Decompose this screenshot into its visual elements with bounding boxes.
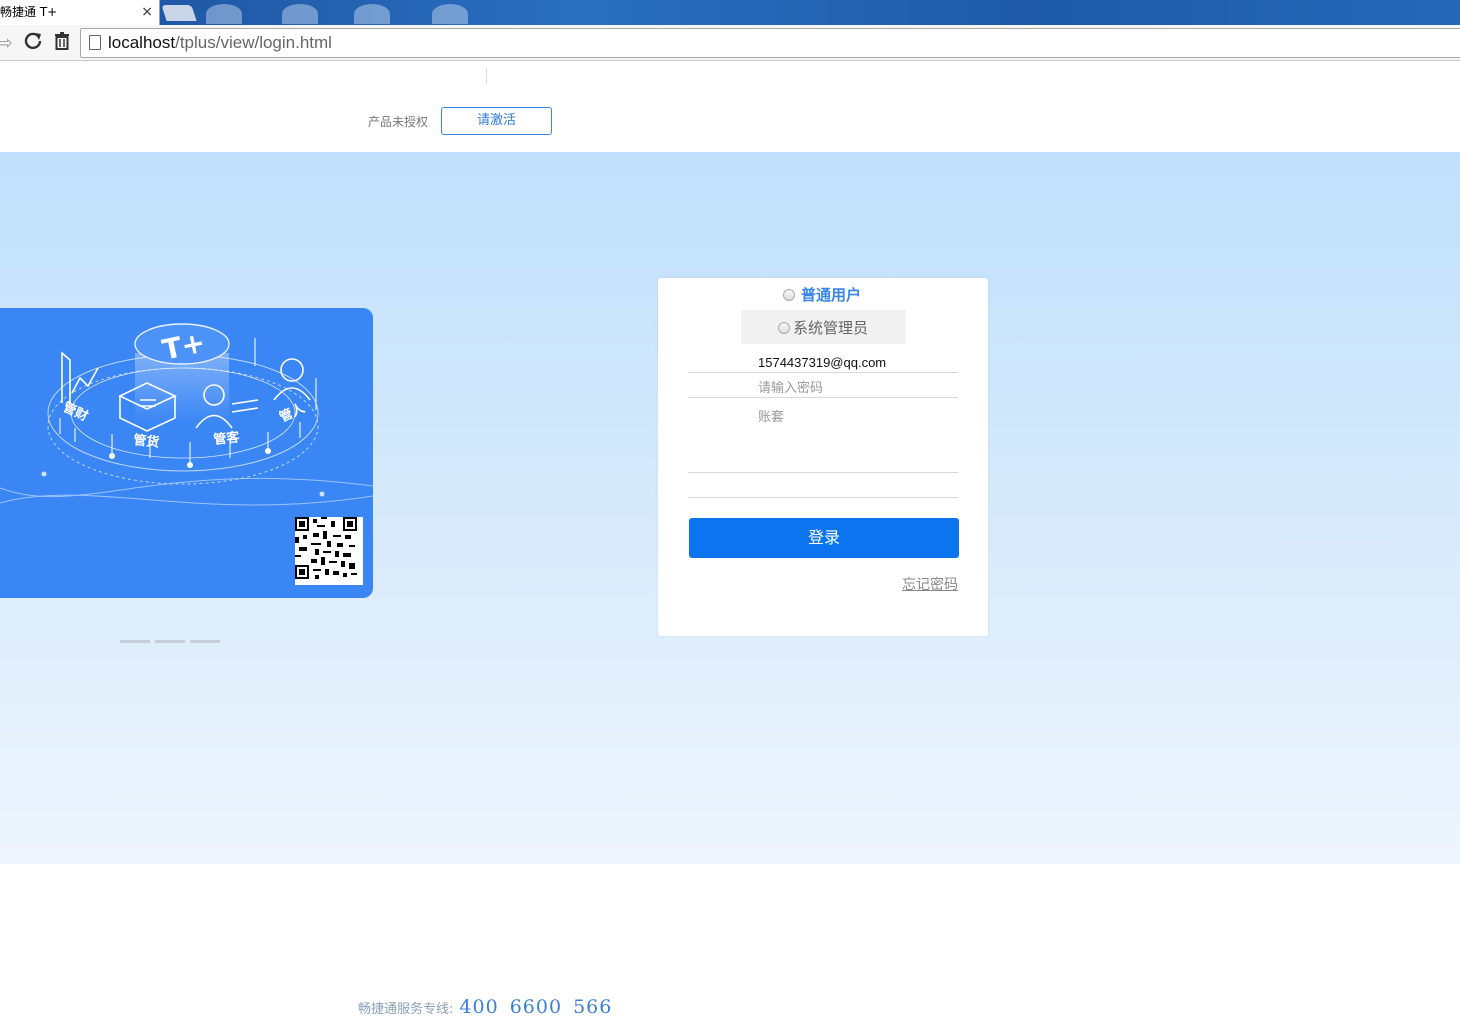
promo-banner[interactable]: T+ 管财 管货 管客 管人 bbox=[0, 308, 373, 598]
tab-title: 畅捷通 T+ bbox=[0, 5, 58, 19]
role-option-normal-user[interactable]: 普通用户 bbox=[783, 284, 861, 305]
role-label: 普通用户 bbox=[801, 286, 862, 304]
browser-tab-strip: 畅捷通 T+ × bbox=[0, 0, 1460, 25]
account-book-field[interactable] bbox=[688, 398, 958, 473]
trash-icon[interactable] bbox=[51, 32, 73, 54]
banner-label-customer: 管客 bbox=[213, 429, 242, 448]
role-option-system-admin[interactable]: 系统管理员 bbox=[778, 317, 868, 338]
account-input[interactable] bbox=[688, 355, 958, 370]
service-hotline: 畅捷通服务专线: 400 6600 566 bbox=[358, 996, 612, 1018]
reload-icon[interactable] bbox=[22, 32, 44, 54]
background-app-icon bbox=[282, 4, 318, 24]
page-icon bbox=[89, 35, 101, 50]
activate-button[interactable]: 请激活 bbox=[441, 107, 552, 135]
unauthorized-notice: 产品未授权 bbox=[368, 115, 429, 129]
qr-code bbox=[295, 517, 363, 585]
banner-label-goods: 管货 bbox=[133, 432, 161, 451]
login-button[interactable]: 登录 bbox=[689, 518, 959, 558]
tab-close-icon[interactable]: × bbox=[141, 0, 153, 25]
url-text[interactable]: localhost/tplus/view/login.html bbox=[108, 33, 332, 53]
forgot-password-link[interactable]: 忘记密码 bbox=[902, 574, 958, 594]
browser-tab[interactable]: 畅捷通 T+ × bbox=[0, 0, 160, 25]
login-panel: 普通用户 系统管理员 账套 登录 忘记密码 bbox=[658, 278, 988, 636]
carousel-indicators[interactable] bbox=[120, 628, 225, 647]
password-field[interactable] bbox=[688, 377, 958, 398]
new-tab-button[interactable] bbox=[161, 5, 197, 21]
radio-button[interactable] bbox=[778, 321, 790, 334]
background-app-icon bbox=[354, 4, 390, 24]
role-label: 系统管理员 bbox=[793, 319, 869, 337]
forward-arrow-icon[interactable]: ⇨ bbox=[0, 32, 16, 54]
carousel-dot[interactable] bbox=[120, 640, 150, 643]
header-divider bbox=[486, 68, 487, 84]
address-bar[interactable]: localhost/tplus/view/login.html bbox=[80, 28, 1460, 58]
password-input[interactable] bbox=[688, 380, 958, 395]
radio-button[interactable] bbox=[783, 288, 795, 301]
carousel-dot[interactable] bbox=[190, 640, 220, 643]
account-book-label: 账套 bbox=[758, 410, 785, 425]
banner-label-finance: 管财 bbox=[60, 399, 90, 424]
hotline-label: 畅捷通服务专线: bbox=[358, 1002, 454, 1017]
background-app-icon bbox=[432, 4, 468, 24]
browser-toolbar: ⇨ localhost/tplus/view/login.html bbox=[0, 25, 1460, 61]
account-field[interactable] bbox=[688, 352, 958, 373]
carousel-dot[interactable] bbox=[155, 640, 185, 643]
hotline-number: 400 6600 566 bbox=[459, 996, 613, 1018]
extra-field[interactable] bbox=[688, 474, 958, 498]
background-app-icon bbox=[206, 4, 242, 24]
